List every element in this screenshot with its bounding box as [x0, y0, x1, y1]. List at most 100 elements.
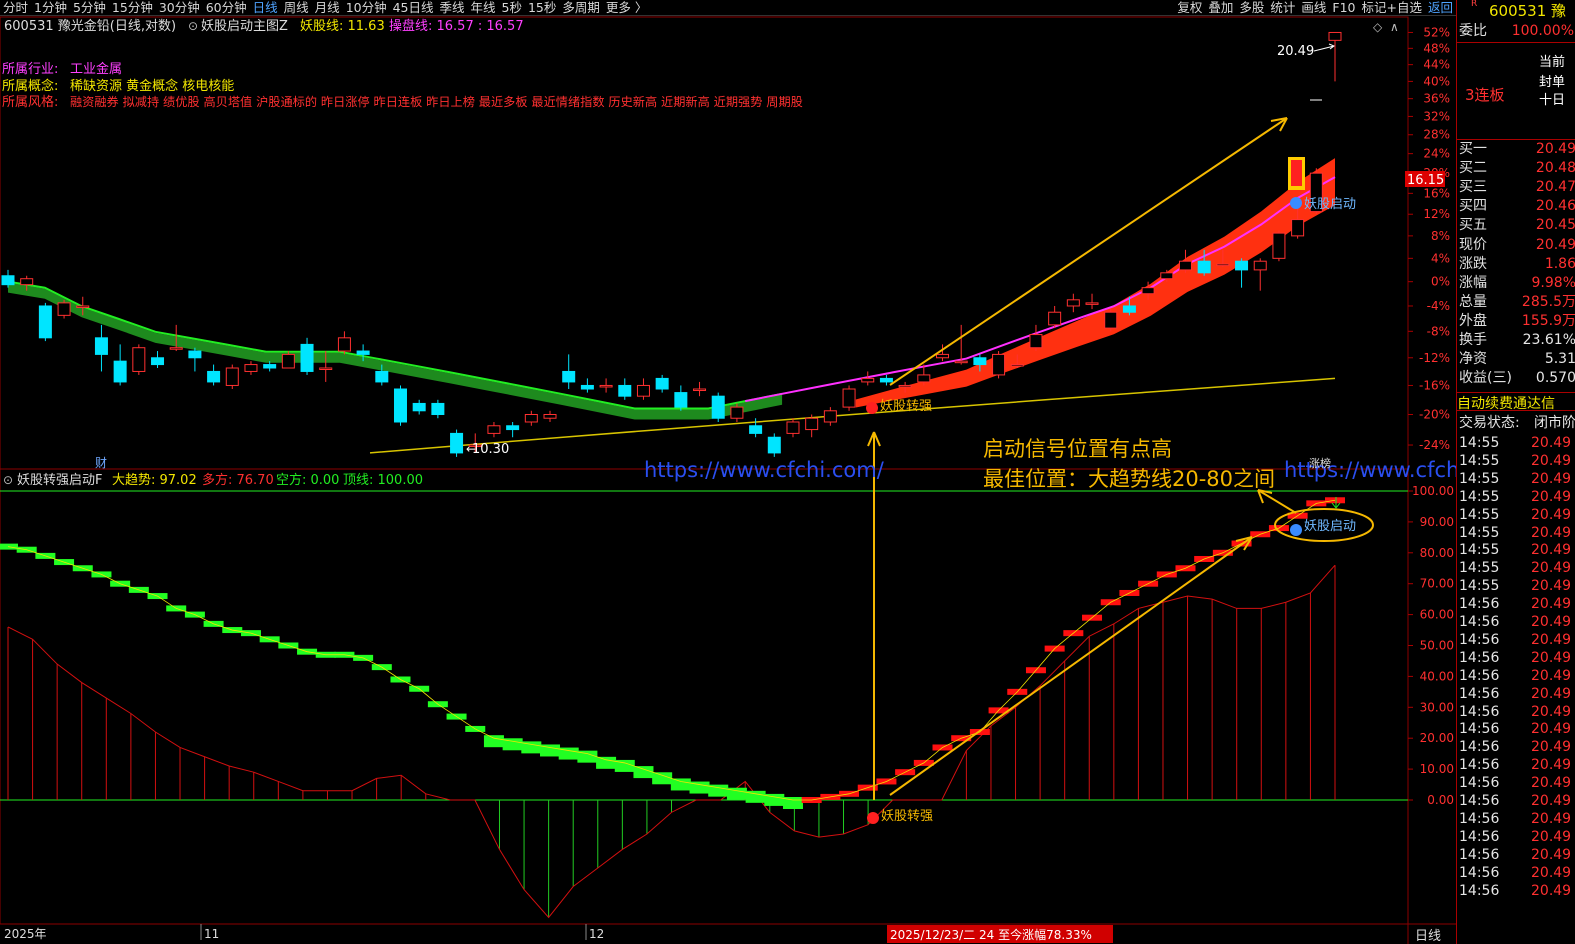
stat-label: 总量 [1459, 294, 1487, 310]
high-arrow [1313, 43, 1336, 52]
tick-price: 20.49 [1531, 542, 1572, 559]
tick-price: 20.49 [1531, 810, 1572, 827]
tick-row: 14:56 20.49 [1457, 774, 1575, 792]
sub-axis-tick-label: 90.00 [1420, 515, 1454, 529]
axis-tick-label: 44% [1423, 58, 1450, 72]
sub-axis-tick-label: 20.00 [1420, 731, 1454, 745]
zhuanqiang-dot-sub [867, 812, 879, 824]
diamond-icon[interactable]: ◇ [1373, 20, 1383, 34]
tick-price: 20.49 [1531, 739, 1572, 756]
industry-label: 所属行业: [2, 62, 58, 77]
tick-time: 14:56 [1459, 793, 1500, 809]
candle-body [76, 305, 90, 308]
tick-row: 14:56 20.49 [1457, 738, 1575, 756]
stat-value: 285.5万 [1521, 294, 1575, 310]
candle-body [337, 337, 351, 352]
watermark: https://www.cfchi.com/ [644, 458, 885, 482]
tick-row: 14:56 20.49 [1457, 595, 1575, 613]
axis-tick-label: 12% [1423, 207, 1450, 221]
candle-body [169, 347, 183, 350]
low-label: 10.30 [472, 442, 509, 457]
tick-price: 20.49 [1531, 596, 1572, 613]
ma-band-red [855, 158, 1335, 408]
tick-time: 14:56 [1459, 864, 1500, 881]
qidong-dot-sub [1290, 524, 1302, 536]
sub-series [0, 497, 1345, 919]
candle-body [936, 353, 950, 359]
candle-body [543, 413, 557, 419]
candle-body [506, 425, 520, 431]
tick-price: 20.49 [1531, 775, 1572, 792]
tick-row: 14:55 20.49 [1457, 524, 1575, 542]
kline-chart[interactable]: 600531 豫光金铅(日线,对数) ⊙ 妖股启动主图Z 妖股线: 11.63 … [0, 0, 1456, 944]
axis-tick-label: -20% [1419, 407, 1450, 421]
tick-price: 20.49 [1531, 470, 1572, 487]
candle-body [57, 302, 71, 316]
candle-body [524, 413, 538, 423]
tick-time: 14:56 [1459, 810, 1500, 827]
tick-time: 14:56 [1459, 649, 1500, 666]
sub-axis-tick-label: 60.00 [1420, 608, 1454, 622]
sub-axis-tick-label: 0.00 [1427, 793, 1454, 807]
stat-row: 现价 20.49 [1457, 236, 1575, 255]
price-marker: 16.15 [1407, 173, 1444, 188]
bid-label: 买四 [1459, 198, 1487, 214]
tick-time: 14:56 [1459, 667, 1500, 684]
candle-body [1216, 263, 1230, 267]
period-button[interactable]: 日线 [1415, 929, 1441, 944]
stat-label: 涨幅 [1459, 275, 1487, 291]
date-label-11: 11 [204, 927, 219, 941]
main-indicator-name[interactable]: 妖股启动主图Z [201, 19, 288, 34]
concept-label: 所属概念: [2, 78, 58, 94]
tick-price: 20.49 [1531, 703, 1572, 720]
candle-body [412, 402, 426, 412]
tick-time: 14:56 [1459, 614, 1500, 630]
candle-body [38, 305, 52, 339]
candle-body [300, 343, 314, 372]
candle-body [973, 357, 987, 366]
candle-body [1160, 272, 1174, 280]
tick-row: 14:55 20.49 [1457, 541, 1575, 559]
lianban-label: 3连板 [1465, 86, 1505, 104]
tick-price: 20.49 [1531, 506, 1572, 523]
date-label-12: 12 [589, 927, 604, 941]
candle-body [375, 370, 389, 383]
tick-time: 14:55 [1459, 560, 1500, 577]
tick-price: 20.49 [1531, 757, 1572, 774]
tick-time: 14:55 [1459, 542, 1500, 559]
axis-tick-label: 36% [1423, 92, 1450, 106]
tick-price: 20.49 [1531, 435, 1572, 451]
trend-line [7, 499, 1336, 801]
tick-price: 20.49 [1531, 560, 1572, 577]
sub-indicator-name[interactable]: 妖股转强启动F [17, 473, 102, 488]
collapse-icon[interactable]: ∧ [1390, 20, 1399, 34]
tick-price: 20.49 [1531, 882, 1572, 899]
tick-row: 14:55 20.49 [1457, 577, 1575, 595]
zhuanqiang-dot-main [866, 402, 878, 414]
candle-body [1235, 260, 1249, 271]
style-label: 所属风格: [2, 94, 58, 110]
candle-body [393, 388, 407, 423]
axis-tick-label: 4% [1431, 251, 1450, 265]
candle-body [618, 384, 632, 397]
candle-body [151, 357, 165, 366]
tick-row: 14:56 20.49 [1457, 882, 1575, 900]
candle-body [244, 364, 258, 372]
stat-row: 净资 5.31 [1457, 350, 1575, 369]
tick-time: 14:55 [1459, 488, 1500, 505]
axis-tick-label: -24% [1419, 438, 1450, 452]
auto-renew[interactable]: 自动续费通达信 [1457, 392, 1575, 411]
zhangbang-mark: 涨榜 [1309, 456, 1331, 470]
tick-row: 14:56 20.49 [1457, 631, 1575, 649]
candle-body [767, 436, 781, 454]
candle-body [636, 384, 650, 397]
bid-label: 买一 [1459, 141, 1487, 157]
tick-row: 14:56 20.49 [1457, 720, 1575, 738]
candle-body [188, 350, 202, 359]
settings-icon[interactable]: ⊙ [188, 19, 198, 33]
candle-body [113, 360, 127, 383]
candle-body [1085, 302, 1099, 305]
stat-label: 外盘 [1459, 313, 1487, 329]
sub-settings-icon[interactable]: ⊙ [3, 473, 13, 487]
status-line-3: 十日 [1539, 93, 1566, 108]
